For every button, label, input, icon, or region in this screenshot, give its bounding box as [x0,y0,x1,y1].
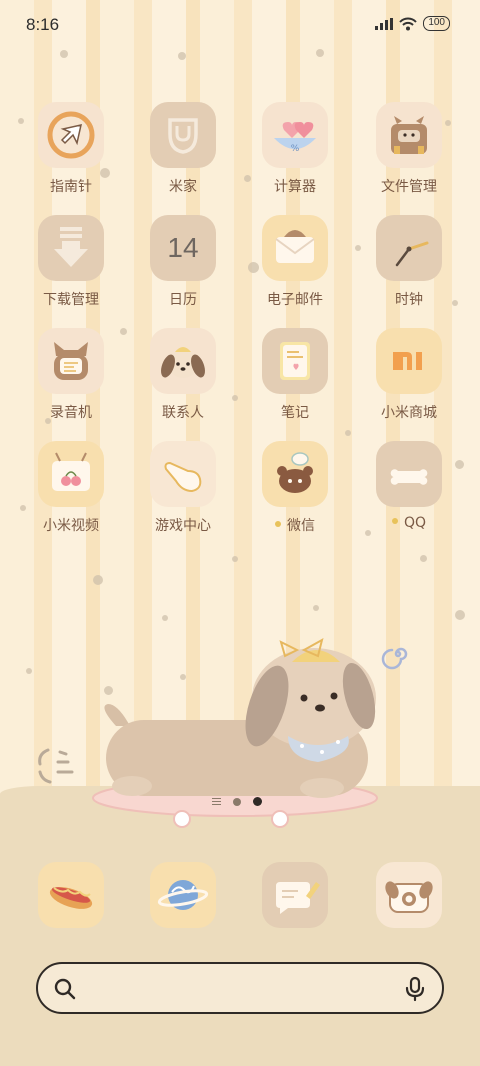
motion-lines-decoration [38,748,74,784]
app-label: 微信 [240,515,350,535]
contacts-icon [150,328,216,394]
mi-store-icon [376,328,442,394]
dock-browser[interactable] [128,862,238,928]
dock-messages[interactable] [240,862,350,928]
search-icon[interactable] [54,978,76,1000]
calendar-date: 14 [167,232,199,263]
app-label: 联系人 [162,405,204,421]
app-label: 指南针 [50,179,92,195]
page-dot-1[interactable] [233,797,241,806]
app-label: 计算器 [274,179,316,195]
app-email[interactable]: 电子邮件 [240,215,350,309]
clock-icon [376,215,442,281]
svg-text:%: % [291,144,300,154]
app-label: 时钟 [395,292,423,308]
compass-icon [38,102,104,168]
app-mi-store[interactable]: 小米商城 [354,328,464,422]
qq-icon [376,441,442,507]
search-bar[interactable] [36,962,444,1014]
app-label: 下载管理 [43,292,99,308]
page-dot-2-active[interactable] [253,797,262,806]
recorder-icon [38,328,104,394]
status-bar: 8:16 100 [0,0,480,50]
mijia-icon [150,102,216,168]
calculator-icon: % [262,102,328,168]
app-label: QQ [354,515,464,531]
app-label: 文件管理 [381,179,437,195]
signal-icon [375,17,394,30]
wechat-icon [262,441,328,507]
game-center-icon [150,441,216,507]
app-label: 米家 [169,179,197,195]
hotdog-phone-icon [38,862,104,928]
app-label: 笔记 [281,405,309,421]
notes-icon [262,328,328,394]
app-label: 小米视频 [43,518,99,534]
app-qq[interactable]: QQ [354,441,464,531]
microphone-icon[interactable] [404,976,426,1002]
dock-camera[interactable] [354,862,464,928]
wifi-icon [399,17,418,30]
app-compass[interactable]: 指南针 [16,102,126,196]
message-icon [262,862,328,928]
app-label: 录音机 [50,405,92,421]
app-file-manager[interactable]: 文件管理 [354,102,464,196]
app-calendar[interactable]: 14 日历 [128,215,238,309]
planet-browser-icon [150,862,216,928]
app-game-center[interactable]: 游戏中心 [128,441,238,535]
new-badge-dot [275,521,281,527]
calendar-icon: 14 [150,215,216,281]
app-label: 小米商城 [381,405,437,421]
app-contacts[interactable]: 联系人 [128,328,238,422]
download-icon [38,215,104,281]
email-icon [262,215,328,281]
status-time: 8:16 [26,15,60,34]
app-mijia[interactable]: 米家 [128,102,238,196]
file-manager-icon [376,102,442,168]
app-mi-video[interactable]: 小米视频 [16,441,126,535]
app-notes[interactable]: 笔记 [240,328,350,422]
app-wechat[interactable]: 微信 [240,441,350,535]
page-indicator[interactable] [212,797,262,806]
app-label: 日历 [169,292,197,308]
menu-lines-icon [212,798,221,805]
app-clock[interactable]: 时钟 [354,215,464,309]
app-label: 游戏中心 [155,518,211,534]
new-badge-dot [391,518,398,524]
app-recorder[interactable]: 录音机 [16,328,126,422]
app-label: 电子邮件 [267,292,323,308]
puppy-camera-icon [376,862,442,928]
video-icon [38,441,104,507]
dock-phone[interactable] [16,862,126,928]
app-calculator[interactable]: % 计算器 [240,102,350,196]
battery-indicator: 100 [423,16,450,31]
app-download-manager[interactable]: 下载管理 [16,215,126,309]
